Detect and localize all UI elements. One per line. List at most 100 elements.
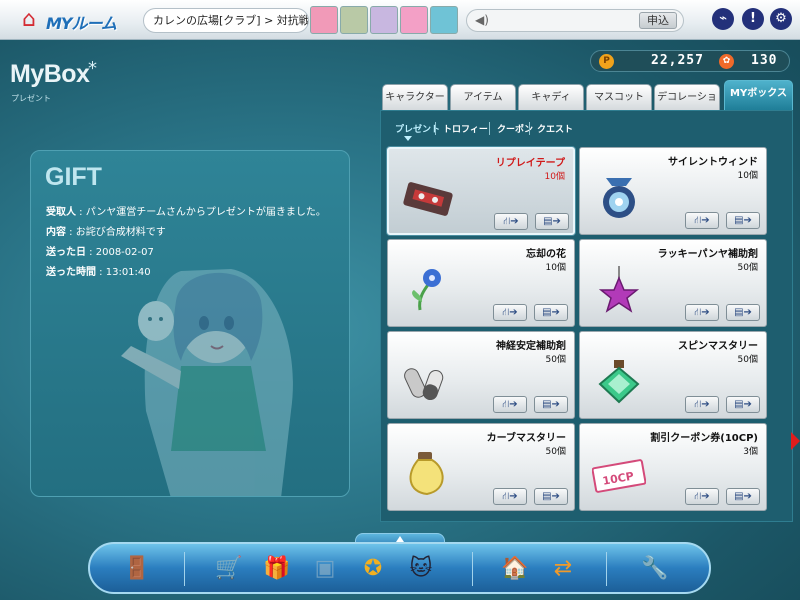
gift-to-friend-button[interactable]: ⛙➔ [685, 304, 719, 321]
present-icon[interactable]: ▣ [308, 552, 342, 586]
cookie-amount: 130 [751, 53, 778, 68]
item-card[interactable]: 忘却の花 10個 ⛙➔ ▤➔ [387, 239, 575, 327]
avatar[interactable] [400, 6, 428, 34]
item-quantity: 50個 [545, 355, 566, 365]
item-quantity: 10個 [737, 171, 758, 181]
papel-icon[interactable]: ✪ [356, 552, 390, 586]
avatar[interactable] [430, 6, 458, 34]
shop-icon[interactable]: 🛒 [212, 552, 246, 586]
pang-coin-icon: P [599, 54, 614, 69]
subtab-divider [529, 122, 530, 135]
gift-sent-time: 送った時間 : 13:01:40 [46, 267, 151, 278]
move-to-inventory-button[interactable]: ▤➔ [726, 304, 760, 321]
item-card[interactable]: 割引クーポン券(10CP) 3個 10CP ⛙➔ ▤➔ [579, 423, 767, 511]
move-to-inventory-button[interactable]: ▤➔ [726, 396, 760, 413]
home-icon[interactable]: 🏠 [498, 552, 532, 586]
item-card[interactable]: カーブマスタリー 50個 ⛙➔ ▤➔ [387, 423, 575, 511]
subtab-trophy[interactable]: トロフィー [443, 122, 488, 135]
dock-divider [184, 552, 185, 586]
item-card[interactable]: サイレントウィンド 10個 ⛙➔ ▤➔ [579, 147, 767, 235]
gift-to-friend-button[interactable]: ⛙➔ [493, 488, 527, 505]
subtab-present[interactable]: プレゼント [395, 122, 440, 141]
exit-icon[interactable]: 🚪 [120, 552, 154, 586]
page-title: MyBox [10, 60, 90, 88]
item-quantity: 50個 [737, 263, 758, 273]
room-transfer-icon[interactable]: ⇄ [546, 552, 580, 586]
subtab-quest[interactable]: クエスト [537, 122, 573, 135]
subtab-divider [489, 122, 490, 135]
tab-mascot[interactable]: マスコット [586, 84, 652, 110]
avatar[interactable] [340, 6, 368, 34]
move-to-inventory-button[interactable]: ▤➔ [726, 212, 760, 229]
gift-content: 内容 : お詫び合成材料です [46, 227, 166, 238]
replay-tape-icon [403, 182, 453, 216]
gift-box-icon[interactable]: 🎁 [260, 552, 294, 586]
tab-character[interactable]: キャラクター [382, 84, 448, 110]
subtab-coupon[interactable]: クーポン [497, 122, 533, 135]
tab-mybox[interactable]: MYボックス [724, 80, 793, 110]
next-page-arrow[interactable] [791, 432, 800, 450]
gift-info: 受取人 : パンヤ運営チームさんからプレゼントが届きました。 内容 : お詫び合… [46, 203, 326, 283]
cat-mascot-icon[interactable]: 🐱 [404, 552, 438, 586]
gear-icon[interactable]: ⚙ [770, 8, 792, 30]
tab-item[interactable]: アイテム [450, 84, 516, 110]
house-icon: ⌂ [22, 7, 36, 32]
category-tabs: キャラクター アイテム キャディ マスコット デコレーション MYボックス [380, 80, 795, 128]
chat-bar[interactable]: ◀) 申込 [466, 9, 684, 32]
item-quantity: 10個 [544, 172, 565, 182]
gift-to-friend-button[interactable]: ⛙➔ [493, 396, 527, 413]
item-quantity: 50個 [737, 355, 758, 365]
move-to-inventory-button[interactable]: ▤➔ [726, 488, 760, 505]
gift-recipient: 受取人 : パンヤ運営チームさんからプレゼントが届きました。 [46, 207, 326, 218]
subtab-divider [435, 122, 436, 135]
move-to-inventory-button[interactable]: ▤➔ [534, 396, 568, 413]
gift-to-friend-button[interactable]: ⛙➔ [493, 304, 527, 321]
title-star-icon: * [88, 58, 97, 79]
currency-display: P 22,257 ✿ 130 [590, 50, 790, 72]
item-quantity: 50個 [545, 447, 566, 457]
tab-caddie[interactable]: キャディ [518, 84, 584, 110]
item-card[interactable]: スピンマスタリー 50個 ⛙➔ ▤➔ [579, 331, 767, 419]
move-to-inventory-button[interactable]: ▤➔ [535, 213, 569, 230]
bottom-dock: 🚪 🛒 🎁 ▣ ✪ 🐱 🏠 ⇄ 🔧 [88, 542, 711, 594]
dock-divider [472, 552, 473, 586]
avatar[interactable] [370, 6, 398, 34]
apply-button[interactable]: 申込 [639, 12, 677, 29]
capsule-pills-icon [404, 368, 444, 401]
avatar[interactable] [310, 6, 338, 34]
top-bar: ⌂ MYルーム カレンの広場[クラブ] > 対抗戦募集 ◀) 申込 ⌁ ! ⚙ [0, 0, 800, 40]
tab-decoration[interactable]: デコレーション [654, 84, 720, 128]
green-potion-icon [598, 360, 640, 404]
coupon-ticket-icon: 10CP [592, 459, 646, 493]
gift-detail-panel: GIFT 受取人 : パンヤ運営チームさんからプレゼントが届きました。 内容 :… [30, 150, 350, 497]
item-name: サイレントウィンド [668, 157, 758, 168]
gift-sent-date: 送った日 : 2008-02-07 [46, 247, 154, 258]
dock-divider [606, 552, 607, 586]
move-to-inventory-button[interactable]: ▤➔ [534, 304, 568, 321]
myroom-logo[interactable]: ⌂ MYルーム [14, 6, 134, 34]
gift-to-friend-button[interactable]: ⛙➔ [685, 212, 719, 229]
pang-amount: 22,257 [651, 53, 704, 68]
item-card[interactable]: ラッキーパンヤ補助剤 50個 ⛙➔ ▤➔ [579, 239, 767, 327]
item-card[interactable]: 神経安定補助剤 50個 ⛙➔ ▤➔ [387, 331, 575, 419]
item-quantity: 10個 [545, 263, 566, 273]
help-icon[interactable]: ! [742, 8, 764, 30]
item-name: 神経安定補助剤 [496, 341, 566, 352]
item-name: 忘却の花 [526, 249, 566, 260]
breadcrumb[interactable]: カレンの広場[クラブ] > 対抗戦募集 [143, 8, 309, 33]
speaker-icon[interactable]: ◀) [475, 13, 489, 27]
gift-to-friend-button[interactable]: ⛙➔ [685, 488, 719, 505]
item-name: カーブマスタリー [486, 433, 566, 444]
cookie-point-icon: ✿ [719, 54, 734, 69]
item-name: リプレイテープ [495, 158, 565, 169]
item-card[interactable]: リプレイテープ 10個 ⛙➔ ▤➔ [387, 147, 575, 235]
network-status-icon[interactable]: ⌁ [712, 8, 734, 30]
lucky-star-icon [598, 266, 640, 313]
move-to-inventory-button[interactable]: ▤➔ [534, 488, 568, 505]
gift-to-friend-button[interactable]: ⛙➔ [685, 396, 719, 413]
settings-icon[interactable]: 🔧 [638, 552, 672, 586]
gift-to-friend-button[interactable]: ⛙➔ [494, 213, 528, 230]
forget-me-not-flower-icon [412, 269, 441, 311]
item-name: 割引クーポン券(10CP) [650, 433, 758, 444]
item-name: スピンマスタリー [678, 341, 758, 352]
